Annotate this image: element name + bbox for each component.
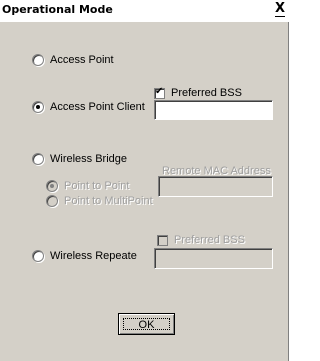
dialog-body: Access Point Preferred BSS Access Point … [0, 22, 289, 361]
close-icon[interactable]: X [273, 1, 287, 17]
radio-wireless-bridge-label: Wireless Bridge [50, 153, 128, 165]
radio-button-circle[interactable] [32, 153, 44, 165]
window-title: Operational Mode [2, 3, 113, 16]
radio-button-circle[interactable] [46, 180, 58, 192]
radio-access-point[interactable]: Access Point [32, 54, 114, 66]
ok-button[interactable]: OK [118, 313, 175, 335]
remote-mac-address-input[interactable] [158, 176, 273, 197]
checkbox-repeater-preferred-bss[interactable]: Preferred BSS [157, 234, 245, 246]
radio-wireless-bridge[interactable]: Wireless Bridge [32, 153, 127, 165]
radio-wireless-repeater[interactable]: Wireless Repeate [32, 250, 137, 262]
radio-button-circle[interactable] [32, 54, 44, 66]
radio-access-point-client-label: Access Point Client [50, 101, 145, 113]
operational-mode-dialog: Operational Mode X Access Point Preferre… [0, 0, 289, 361]
radio-wireless-repeater-label: Wireless Repeate [50, 250, 137, 262]
repeater-preferred-bss-input[interactable] [154, 248, 273, 269]
checkbox-client-preferred-bss[interactable]: Preferred BSS [154, 86, 242, 99]
client-preferred-bss-input[interactable] [154, 100, 273, 120]
client-preferred-bss-label: Preferred BSS [171, 87, 242, 99]
radio-button-circle[interactable] [32, 101, 44, 113]
ok-button-label: OK [138, 319, 155, 331]
checkbox-box[interactable] [157, 234, 168, 246]
repeater-preferred-bss-label: Preferred BSS [174, 234, 245, 246]
radio-point-to-multipoint[interactable]: Point to MultiPoint [46, 195, 153, 207]
radio-access-point-label: Access Point [50, 54, 114, 66]
radio-point-to-multipoint-label: Point to MultiPoint [64, 195, 153, 207]
radio-button-circle[interactable] [32, 250, 44, 262]
radio-point-to-point-label: Point to Point [64, 180, 130, 192]
radio-access-point-client[interactable]: Access Point Client [32, 101, 145, 113]
title-bar[interactable]: Operational Mode X [0, 0, 289, 22]
checkmark-icon[interactable] [154, 86, 165, 99]
radio-button-circle[interactable] [46, 195, 58, 207]
radio-point-to-point[interactable]: Point to Point [46, 180, 129, 192]
